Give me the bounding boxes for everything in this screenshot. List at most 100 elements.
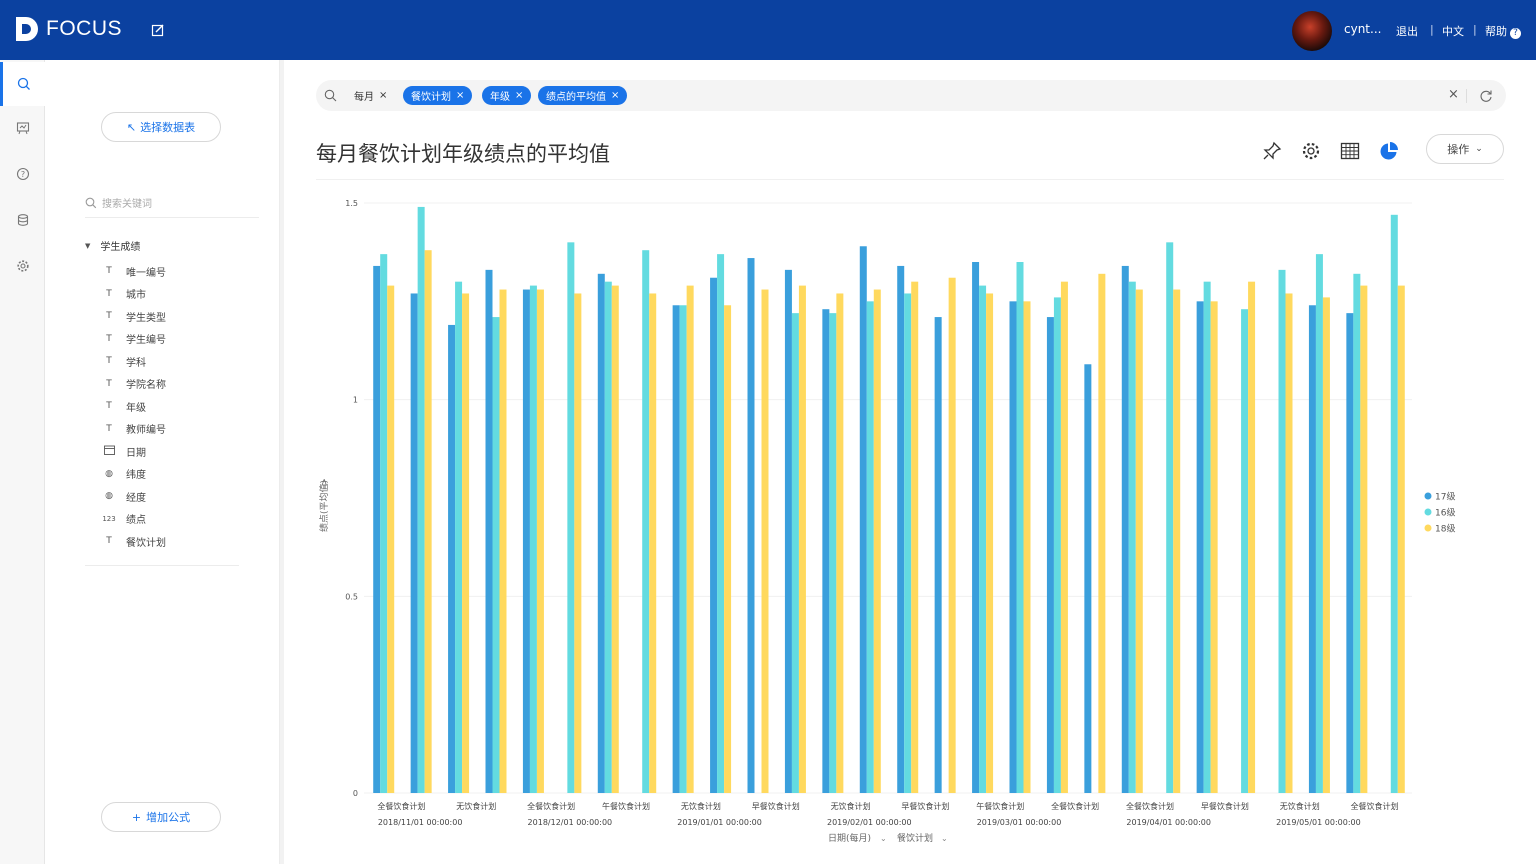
keyword-search-input[interactable]: 搜索关键词: [85, 188, 259, 218]
search-icon: [85, 197, 97, 208]
help-label: 帮助: [1485, 25, 1507, 38]
bar: [373, 265, 381, 793]
bar: [1135, 289, 1143, 793]
x-axis-label: 餐饮计划: [897, 832, 933, 844]
select-table-label: 选择数据表: [140, 121, 196, 134]
geo-icon: ◍: [105, 468, 113, 479]
bar: [1397, 285, 1405, 793]
bar: [717, 254, 725, 794]
edit-icon[interactable]: [151, 22, 165, 41]
bar: [574, 293, 582, 793]
app-logo[interactable]: FOCUS: [14, 15, 122, 43]
bar: [829, 313, 837, 793]
x-date-label: 2019/02/01 00:00:00: [827, 818, 912, 827]
field-item[interactable]: ꓔ 城市: [102, 283, 166, 306]
field-label: 教师编号: [126, 425, 166, 437]
bar-chart: 0 0.5 1 1.5 绩点(平均值)> 全餐饮食计划 无饮食计划 全餐饮食计划 午餐饮食计划 无…: [318, 199, 1455, 844]
help-link[interactable]: 帮助?: [1485, 23, 1521, 39]
field-label: 学科: [126, 357, 146, 369]
avatar[interactable]: [1292, 11, 1332, 51]
field-item[interactable]: 日期: [102, 440, 166, 463]
bar: [387, 285, 395, 793]
x-date-label: 2018/12/01 00:00:00: [528, 818, 613, 827]
bar: [724, 305, 732, 793]
field-item[interactable]: ꓔ 教师编号: [102, 418, 166, 441]
field-item[interactable]: ꓔ 学生类型: [102, 305, 166, 328]
bar: [1053, 297, 1061, 793]
separator: |: [1430, 23, 1434, 36]
language-link[interactable]: 中文: [1442, 23, 1464, 39]
bar: [642, 250, 650, 793]
bar: [424, 250, 432, 793]
field-item[interactable]: ꓔ 餐饮计划: [102, 530, 166, 553]
text-field-icon: ꓔ: [106, 266, 112, 277]
nav-data[interactable]: [0, 198, 45, 242]
dashboard-icon: [16, 122, 29, 135]
select-table-button[interactable]: ↖ 选择数据表: [101, 112, 221, 142]
nav-help[interactable]: ?: [0, 152, 45, 196]
main-area: 每月 × 餐饮计划 × 年级 × 绩点的平均值 × × 每月餐饮计划年级绩点的平均值 操…: [284, 60, 1536, 864]
bar: [1210, 301, 1218, 793]
field-label: 城市: [126, 290, 146, 302]
field-item[interactable]: ◍ 经度: [102, 485, 166, 508]
gear-icon: [16, 260, 29, 272]
arrow-up-left-icon: ↖: [126, 120, 137, 134]
table-tree-root[interactable]: ▼ 学生成绩: [85, 238, 140, 254]
x-tick-label: 午餐饮食计划: [976, 801, 1024, 811]
field-item[interactable]: ꓔ 学院名称: [102, 373, 166, 396]
nav-settings[interactable]: [0, 244, 45, 288]
bar: [904, 293, 912, 793]
text-field-icon: ꓔ: [106, 401, 112, 412]
nav-rail: ?: [0, 60, 45, 864]
bar: [1315, 254, 1323, 794]
nav-search[interactable]: [0, 62, 45, 106]
x-date-label: 2019/04/01 00:00:00: [1126, 818, 1211, 827]
bar: [686, 285, 694, 793]
help-icon: ?: [1510, 28, 1521, 39]
field-label: 日期: [126, 447, 146, 459]
user-name[interactable]: cynt...: [1344, 22, 1381, 36]
field-item[interactable]: ◍ 纬度: [102, 463, 166, 486]
nav-board[interactable]: [0, 106, 45, 150]
field-label: 学院名称: [126, 380, 166, 392]
x-date-label: 2019/03/01 00:00:00: [977, 818, 1062, 827]
x-axis-label: 日期(每月): [828, 832, 871, 844]
chevron-down-icon: ⌄: [880, 834, 887, 843]
bar: [1016, 262, 1024, 793]
add-formula-button[interactable]: + 增加公式: [101, 802, 221, 832]
bar: [679, 305, 687, 793]
x-tick-label: 无饮食计划: [831, 801, 871, 811]
y-tick-label: 1.5: [345, 199, 358, 208]
bar: [1322, 297, 1330, 793]
y-tick-label: 1: [353, 396, 358, 405]
bar: [499, 289, 507, 793]
bar: [604, 281, 612, 793]
x-tick-label: 无饮食计划: [1280, 801, 1320, 811]
field-item[interactable]: ꓔ 学生编号: [102, 328, 166, 351]
bar: [1009, 301, 1017, 793]
text-field-icon: ꓔ: [106, 288, 112, 299]
x-tick-label: 全餐饮食计划: [1351, 801, 1399, 811]
x-tick-label: 无饮食计划: [681, 801, 721, 811]
field-item[interactable]: ꓔ 年级: [102, 395, 166, 418]
y-tick-label: 0.5: [345, 592, 358, 601]
field-label: 餐饮计划: [126, 537, 166, 549]
field-item[interactable]: ꓔ 唯一编号: [102, 260, 166, 283]
logout-link[interactable]: 退出: [1396, 23, 1418, 39]
bar: [798, 285, 806, 793]
legend-marker: [1424, 492, 1432, 500]
x-tick-label: 早餐饮食计划: [752, 801, 800, 811]
bar: [1023, 301, 1031, 793]
bar: [492, 317, 500, 793]
top-bar: FOCUS cynt... 退出 | 中文 | 帮助?: [0, 0, 1536, 60]
text-field-icon: ꓔ: [106, 423, 112, 434]
field-item[interactable]: ꓔ 学科: [102, 350, 166, 373]
field-item[interactable]: 123 绩点: [102, 508, 166, 531]
geo-icon: ◍: [105, 491, 113, 502]
x-tick-label: 全餐饮食计划: [377, 801, 425, 811]
bar: [1060, 281, 1068, 793]
field-label: 唯一编号: [126, 267, 166, 279]
text-field-icon: ꓔ: [106, 333, 112, 344]
bar: [873, 289, 881, 793]
bar: [747, 258, 755, 793]
